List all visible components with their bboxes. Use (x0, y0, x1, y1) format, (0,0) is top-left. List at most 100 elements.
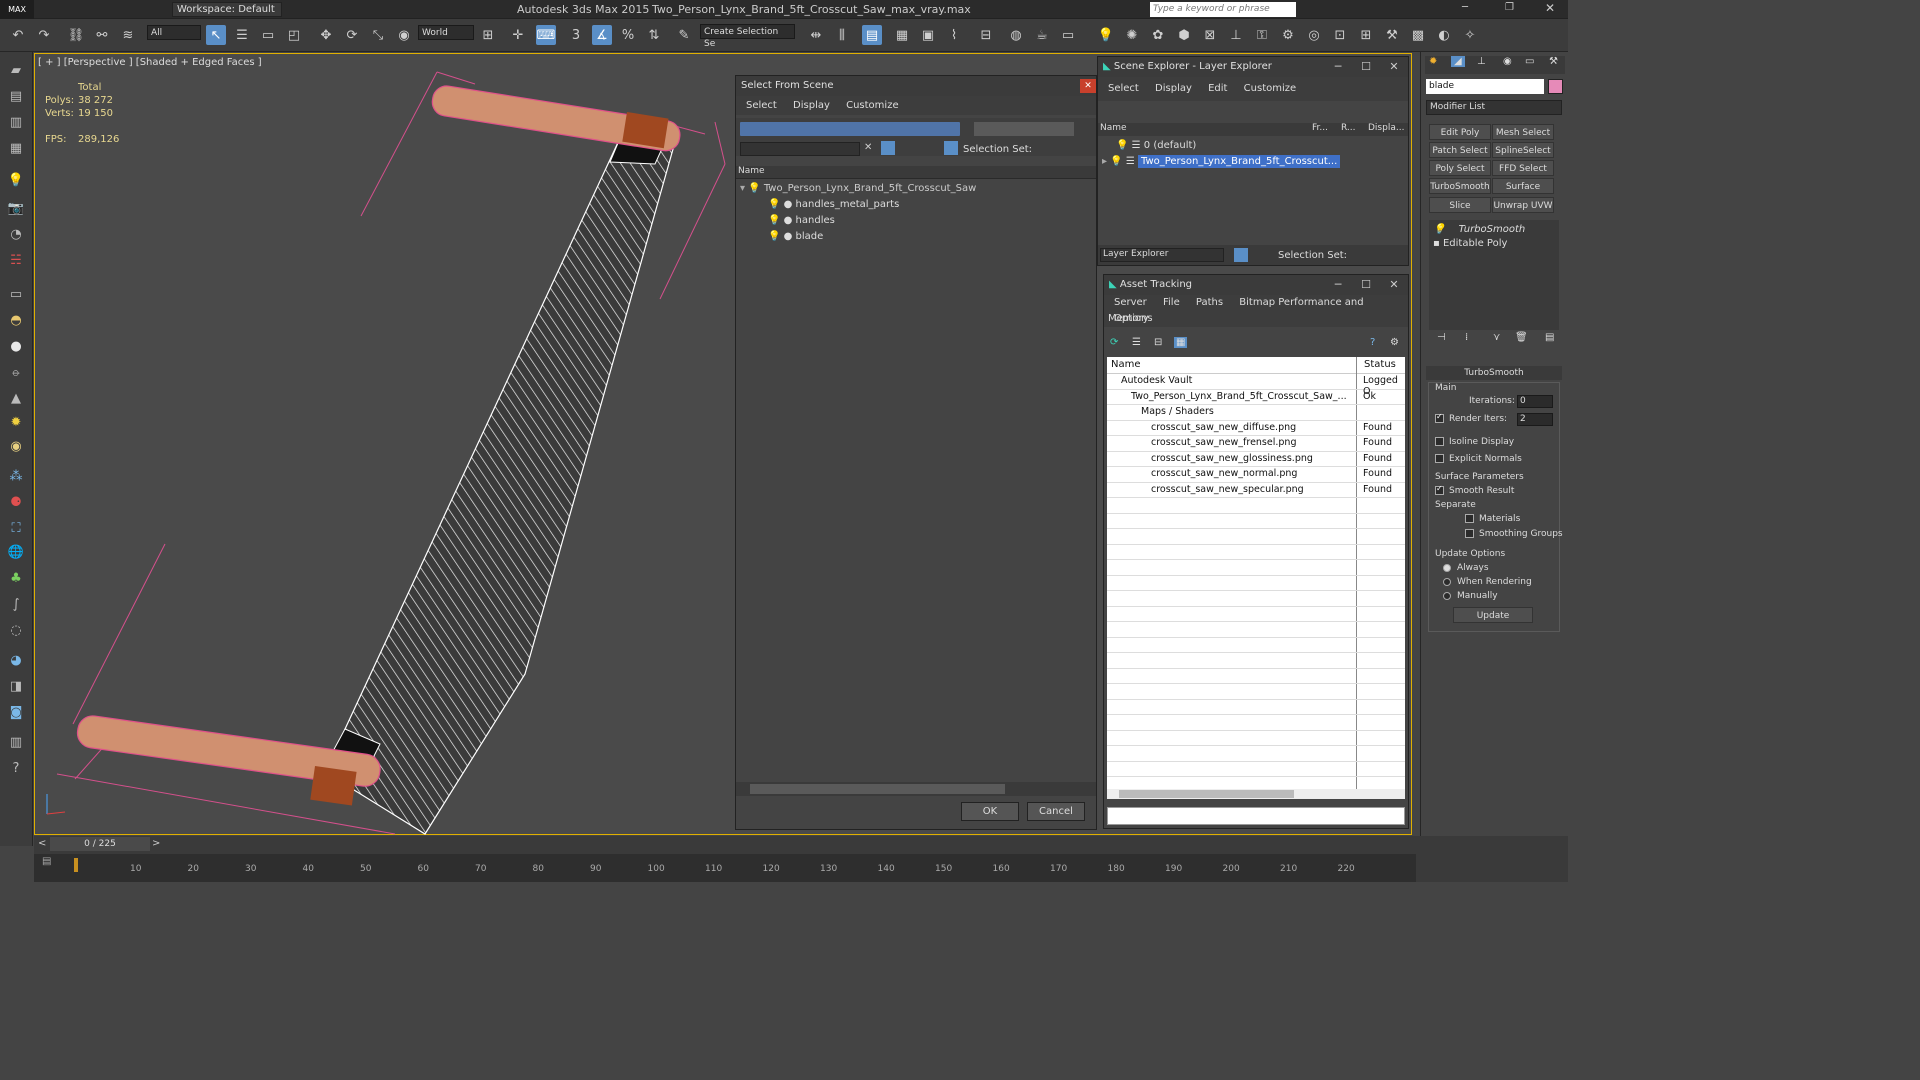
explicit-normals-checkbox[interactable] (1435, 454, 1444, 463)
object-color-swatch[interactable] (1548, 79, 1563, 94)
asset-row[interactable] (1107, 514, 1405, 529)
vray-light-icon[interactable]: 💡 (1096, 25, 1116, 45)
smooth-result-checkbox[interactable]: ✓ (1435, 484, 1444, 495)
show-end-result-icon[interactable]: ⁞ (1465, 332, 1468, 343)
cancel-button[interactable]: Cancel (1027, 802, 1085, 821)
asset-row[interactable]: crosscut_saw_new_specular.png Found (1107, 483, 1405, 498)
menu-select[interactable]: Select (1108, 83, 1139, 94)
layer-row-selected[interactable]: ▸ 💡 ☰ Two_Person_Lynx_Brand_5ft_Crosscut… (1098, 154, 1408, 170)
asset-scrollbar[interactable] (1107, 789, 1405, 799)
plane-icon[interactable]: ▭ (5, 284, 27, 304)
bottom-handle[interactable] (76, 714, 382, 806)
saw-model[interactable] (35, 54, 735, 836)
window-crossing-icon[interactable]: ◰ (284, 25, 304, 45)
percent-snap-icon[interactable]: % (618, 25, 638, 45)
render-icon[interactable]: ◙ (5, 702, 27, 722)
tree-item[interactable]: 💡 ● handles_metal_parts (736, 197, 1096, 213)
asset-row[interactable] (1107, 576, 1405, 591)
app-logo[interactable]: MAX (0, 0, 34, 19)
list-icon[interactable]: ☰ (1132, 337, 1141, 348)
modify-tab-icon[interactable]: ◢ (1451, 56, 1465, 67)
hierarchy-tab-icon[interactable]: ⊥ (1477, 56, 1486, 67)
asset-row[interactable]: crosscut_saw_new_diffuse.png Found (1107, 421, 1405, 436)
globe-icon[interactable]: 🌐 (5, 542, 27, 562)
shell-icon[interactable]: ◌ (5, 620, 27, 640)
tree-icon[interactable]: ⊟ (1154, 337, 1162, 348)
scale-icon[interactable]: ⤡ (368, 25, 388, 45)
spinner-snap-icon[interactable]: ⇅ (644, 25, 664, 45)
schematic-icon[interactable]: ⊟ (976, 25, 996, 45)
spacewarp-icon[interactable]: ☵ (5, 250, 27, 270)
always-radio[interactable] (1443, 564, 1451, 572)
display-tab-icon[interactable]: ▭ (1525, 56, 1534, 67)
rotate-icon[interactable]: ⟳ (342, 25, 362, 45)
scene-explorer-icon[interactable]: ▤ (862, 25, 882, 45)
render-iters-checkbox[interactable]: ✓ (1435, 412, 1444, 423)
configure-sets-icon[interactable]: ▤ (1545, 332, 1554, 343)
vray-frame-icon[interactable]: ⊡ (1330, 25, 1350, 45)
remove-modifier-icon[interactable]: 🗑 (1515, 332, 1528, 343)
modify-icon[interactable]: ▤ (5, 86, 27, 106)
filter-icons[interactable] (740, 122, 960, 136)
frame-counter[interactable]: 0 / 225 (50, 837, 150, 851)
dynamics-icon[interactable]: ⚈ (5, 492, 27, 512)
asset-row[interactable] (1107, 746, 1405, 762)
modifier-list-dropdown[interactable]: Modifier List (1426, 100, 1562, 115)
isoline-checkbox[interactable] (1435, 437, 1444, 446)
curve-editor-mini-icon[interactable]: ▤ (42, 856, 51, 867)
layers-icon[interactable]: ▥ (5, 732, 27, 752)
close-button[interactable]: ✕ (1080, 79, 1096, 93)
close-button[interactable]: ✕ (1380, 57, 1408, 77)
pin-stack-icon[interactable]: ⊣ (1437, 332, 1446, 343)
undo-icon[interactable]: ↶ (8, 25, 28, 45)
horizontal-scrollbar[interactable] (736, 782, 1096, 796)
vray-sun-icon[interactable]: ✺ (1122, 25, 1142, 45)
menu-paths[interactable]: Paths (1196, 297, 1223, 308)
menu-display[interactable]: Display (793, 100, 830, 111)
close-button[interactable]: ✕ (1380, 275, 1408, 295)
smoothing-groups-checkbox[interactable] (1465, 529, 1474, 538)
menu-display[interactable]: Display (1155, 83, 1192, 94)
mirror-icon[interactable]: ⇹ (806, 25, 826, 45)
filter-icon[interactable] (881, 141, 895, 155)
turbosmooth-button[interactable]: TurboSmooth (1429, 178, 1491, 194)
saw-blade[interactable] (324, 135, 676, 835)
time-slider[interactable]: < 0 / 225 > (34, 836, 1416, 852)
geosphere-icon[interactable]: ◉ (5, 436, 27, 456)
maximize-button[interactable]: ❐ (1505, 2, 1514, 13)
asset-row[interactable] (1107, 529, 1405, 545)
name-column-header[interactable]: Name (736, 166, 1096, 179)
ffd-select-button[interactable]: FFD Select (1492, 160, 1554, 176)
vray-settings-icon[interactable]: ⚙ (1278, 25, 1298, 45)
motion-tab-icon[interactable]: ◉ (1503, 56, 1512, 67)
asset-row[interactable] (1107, 762, 1405, 777)
asset-row[interactable] (1107, 545, 1405, 560)
material-editor-icon[interactable]: ◍ (1006, 25, 1026, 45)
manually-radio[interactable] (1443, 592, 1451, 600)
track-bar[interactable]: 10 20 30 40 50 60 70 80 90 100 110 120 130 140 150 160 1… (34, 854, 1416, 882)
asset-row[interactable]: crosscut_saw_new_frensel.png Found (1107, 436, 1405, 452)
menu-customize[interactable]: Customize (1244, 83, 1297, 94)
asset-row[interactable] (1107, 700, 1405, 715)
maximize-button[interactable]: ☐ (1352, 275, 1380, 295)
named-selection-dropdown[interactable]: Create Selection Se (700, 24, 795, 49)
menu-file[interactable]: File (1163, 297, 1180, 308)
layer-manager-icon[interactable]: ▦ (892, 25, 912, 45)
menu-edit[interactable]: Edit (1208, 83, 1227, 94)
stack-item-editable-poly[interactable]: ▪ Editable Poly (1429, 236, 1507, 252)
iterations-spinner[interactable]: 0 (1517, 395, 1553, 408)
slice-button[interactable]: Slice (1429, 197, 1491, 213)
minimize-button[interactable]: ─ (1462, 2, 1468, 13)
col-status[interactable]: Status (1364, 359, 1396, 370)
vray-fur-icon[interactable]: ✿ (1148, 25, 1168, 45)
close-button[interactable]: ✕ (1545, 1, 1555, 15)
vray-mat-icon[interactable]: ◐ (1434, 25, 1454, 45)
place-icon[interactable]: ◉ (394, 25, 414, 45)
cloth-icon[interactable]: ⛶ (5, 518, 27, 538)
hair-icon[interactable]: ∫ (5, 594, 27, 614)
dome-icon[interactable]: ◓ (5, 310, 27, 330)
helper-icon[interactable]: ◔ (5, 224, 27, 244)
table-icon[interactable]: ▦ (1174, 337, 1188, 348)
create-icon[interactable]: ▰ (5, 60, 27, 80)
find-input[interactable] (740, 142, 860, 156)
